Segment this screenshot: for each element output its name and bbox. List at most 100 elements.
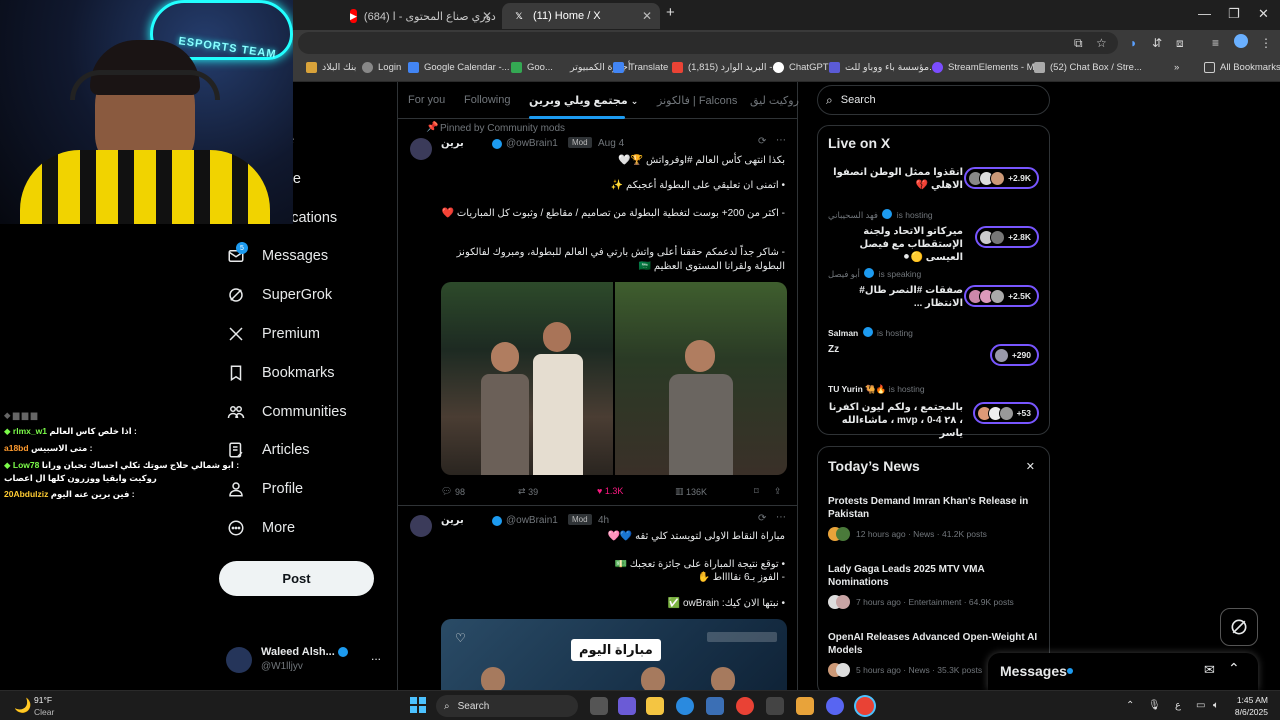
weather-text[interactable]: Clear: [34, 707, 54, 717]
more-bookmarks-button[interactable]: »: [1174, 62, 1179, 73]
nav-more[interactable]: More: [226, 514, 295, 542]
author-name[interactable]: برين: [441, 138, 464, 149]
live-listener-count[interactable]: +2.8K: [975, 226, 1039, 248]
bookmark-item[interactable]: (52) Chat Box / Stre...: [1034, 62, 1142, 73]
grok-icon[interactable]: ⟳: [758, 136, 766, 147]
app-icon[interactable]: [796, 697, 814, 715]
discord-icon[interactable]: [826, 697, 844, 715]
live-listener-count[interactable]: +53: [972, 402, 1039, 424]
chrome-active-icon[interactable]: [856, 697, 874, 715]
bookmark-item[interactable]: Google Calendar -...: [408, 62, 510, 73]
live-host[interactable]: أبو فيصل is speaking: [828, 268, 921, 280]
weather-temp[interactable]: 91°F: [34, 695, 52, 705]
nav-supergrok[interactable]: SuperGrok: [226, 281, 332, 309]
avatar[interactable]: [410, 515, 432, 537]
tweet-time[interactable]: 4h: [598, 515, 609, 526]
account-menu-icon[interactable]: ...: [371, 649, 381, 663]
bookmark-item[interactable]: Goo...: [511, 62, 553, 73]
author-name[interactable]: برين: [441, 515, 464, 526]
tab-x-home[interactable]: 𝕏 (11) Home / X ✕: [502, 3, 660, 29]
share-icon[interactable]: ⇪: [774, 486, 782, 497]
menu-dots-icon[interactable]: ⋮: [1260, 36, 1272, 50]
more-icon[interactable]: ⋯: [776, 135, 786, 146]
all-bookmarks-button[interactable]: All Bookmarks: [1204, 62, 1280, 73]
author-handle[interactable]: @owBrain1: [506, 138, 558, 149]
live-space-title[interactable]: Zz: [828, 343, 963, 356]
copilot-icon[interactable]: [618, 697, 636, 715]
expand-icon[interactable]: ⌃: [1228, 660, 1240, 677]
taskbar-search[interactable]: ⌕ Search: [436, 695, 578, 717]
bookmark-item[interactable]: بنك البلاد: [306, 62, 356, 73]
repost-button[interactable]: ⇄ 39: [518, 486, 538, 497]
close-window-icon[interactable]: ✕: [1258, 6, 1269, 22]
chrome-icon[interactable]: [736, 697, 754, 715]
display-icon[interactable]: ▭: [1196, 700, 1205, 711]
tab-falcons[interactable]: فالكونز | Falcons: [657, 94, 737, 107]
minimize-icon[interactable]: —: [1198, 6, 1211, 21]
extension-icon[interactable]: ◗: [1130, 36, 1137, 50]
tab-youtube[interactable]: ▶ (684) دوري صناع المحتوى - ا ✕: [340, 3, 500, 29]
task-view-icon[interactable]: [590, 697, 608, 715]
restore-icon[interactable]: ❐: [1228, 6, 1240, 22]
nav-partial[interactable]: ications: [288, 204, 337, 232]
bookmark-item[interactable]: Translate: [613, 62, 668, 73]
live-listener-count[interactable]: +2.5K: [964, 285, 1039, 307]
post-button[interactable]: Post: [219, 561, 374, 596]
tweet-card-image[interactable]: ♡ مباراة اليوم: [441, 619, 787, 690]
tab-community[interactable]: مجتمع ويلي وبرين ⌄: [529, 94, 638, 107]
live-listener-count[interactable]: +290: [989, 344, 1039, 366]
tweet-photo[interactable]: [441, 282, 613, 475]
news-headline[interactable]: Protests Demand Imran Khan's Release in …: [828, 495, 1038, 521]
nav-communities[interactable]: Communities: [226, 398, 347, 426]
new-message-icon[interactable]: ✉: [1204, 662, 1215, 678]
nav-premium[interactable]: Premium: [226, 320, 320, 348]
live-space-title[interactable]: صفقات #النصر طال# الانتظار ...: [828, 284, 963, 310]
tab-following[interactable]: Following: [464, 94, 510, 106]
author-handle[interactable]: @owBrain1: [506, 515, 558, 526]
live-space-title[interactable]: بالمجتمع ، ولكم ليون اكفرنا ، ٢٨ 4-0 ، m…: [828, 401, 963, 440]
media-icon[interactable]: ≡: [1212, 36, 1219, 50]
clock-time[interactable]: 1:45 AM: [1236, 695, 1268, 705]
bookmark-item[interactable]: Login: [362, 62, 401, 73]
like-button[interactable]: ♥ 1.3K: [597, 486, 623, 496]
volume-icon[interactable]: 🔈︎: [1213, 700, 1219, 711]
close-icon[interactable]: ✕: [1026, 460, 1035, 473]
bookmark-item[interactable]: البريد الوارد (1,815) -...: [672, 62, 780, 73]
obs-icon[interactable]: [766, 697, 784, 715]
file-explorer-icon[interactable]: [646, 697, 664, 715]
nav-bookmarks[interactable]: Bookmarks: [226, 359, 335, 387]
windows-start-icon[interactable]: [410, 697, 426, 713]
live-host[interactable]: فهد السحيباني is hosting: [828, 209, 933, 221]
bookmark-icon[interactable]: ⌑: [754, 486, 759, 497]
install-app-icon[interactable]: ⧉: [1074, 36, 1083, 51]
edge-icon[interactable]: [676, 697, 694, 715]
bookmark-item[interactable]: مؤسسة باء ووباو للت...: [829, 62, 937, 73]
tweet-photo[interactable]: [615, 282, 787, 475]
tray-overflow-icon[interactable]: ⌃: [1126, 700, 1134, 711]
messages-drawer[interactable]: Messages ✉ ⌃: [988, 653, 1258, 690]
mic-icon[interactable]: 🎙︎: [1148, 700, 1161, 711]
views-button[interactable]: ▥ 136K: [675, 486, 707, 497]
bookmark-star-icon[interactable]: ☆: [1096, 36, 1107, 50]
extensions-puzzle-icon[interactable]: ⧈: [1176, 36, 1184, 51]
tab-rocket-league[interactable]: روكيت ليق: [750, 94, 799, 107]
bookmark-item[interactable]: StreamElements - M...: [932, 62, 1043, 73]
account-switcher[interactable]: Waleed Alsh... @W1lljyv ...: [226, 643, 396, 675]
sync-icon[interactable]: ⇵: [1152, 36, 1162, 50]
news-headline[interactable]: Lady Gaga Leads 2025 MTV VMA Nominations: [828, 563, 1038, 589]
avatar[interactable]: [410, 138, 432, 160]
grok-float-button[interactable]: [1220, 608, 1258, 646]
close-tab-icon[interactable]: ✕: [482, 9, 492, 23]
clock-date[interactable]: 8/6/2025: [1228, 707, 1268, 717]
live-space-title[interactable]: انقذوا ممثل الوطن انصفوا الاهلي 💔: [828, 166, 963, 192]
live-listener-count[interactable]: +2.9K: [964, 167, 1039, 189]
nav-profile[interactable]: Profile: [226, 475, 303, 503]
input-language[interactable]: ع: [1175, 700, 1181, 711]
tweet-time[interactable]: Aug 4: [598, 138, 624, 149]
bookmark-item[interactable]: ChatGPT: [773, 62, 829, 73]
live-host[interactable]: Salman is hosting: [828, 327, 913, 338]
grok-icon[interactable]: ⟳: [758, 513, 766, 524]
store-icon[interactable]: [706, 697, 724, 715]
close-tab-icon[interactable]: ✕: [642, 9, 652, 23]
profile-avatar-icon[interactable]: [1234, 34, 1248, 48]
